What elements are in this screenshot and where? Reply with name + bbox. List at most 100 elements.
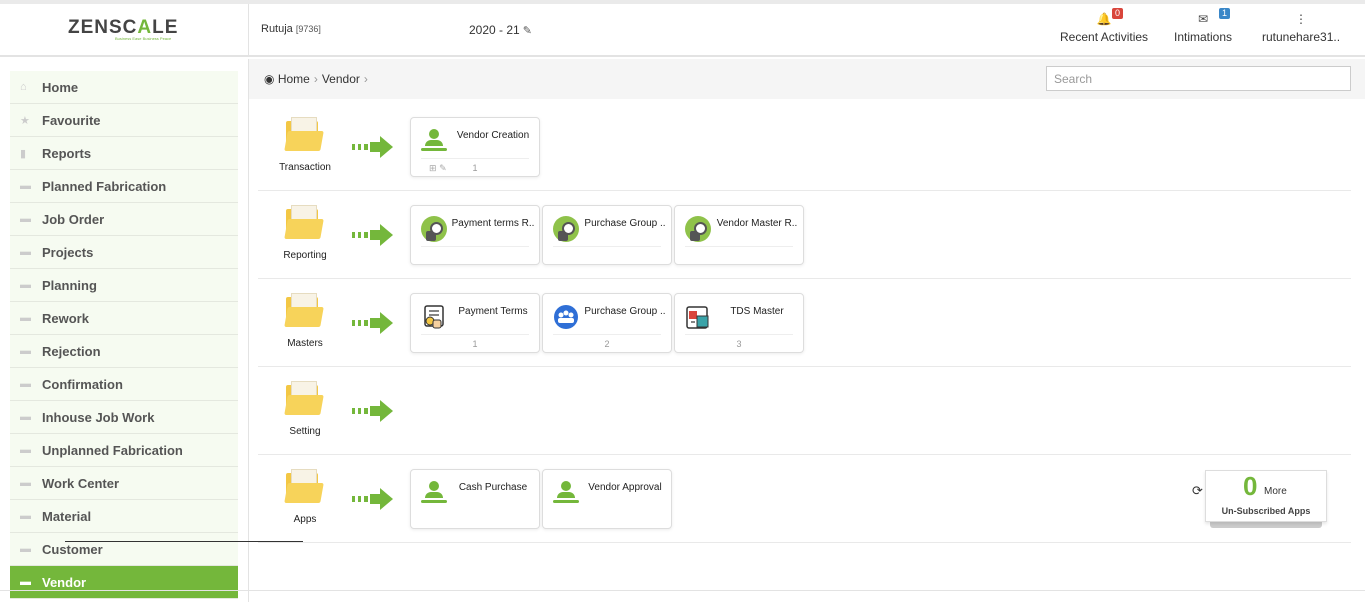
section-transaction: Transaction Vendor Creation ⊞ ✎ 1 xyxy=(258,103,1351,191)
card-divider xyxy=(421,158,529,159)
folder-icon[interactable] xyxy=(284,117,324,151)
arrow-right-icon xyxy=(352,397,400,425)
card-title: Vendor Master R.. xyxy=(716,218,798,229)
sidebar-item-label: Rework xyxy=(42,310,89,326)
sidebar-item-label: Favourite xyxy=(42,112,101,128)
folder-icon[interactable] xyxy=(284,205,324,239)
card-title: Purchase Group .. xyxy=(584,306,666,317)
breadcrumb: ◉ Home › Vendor › xyxy=(264,72,372,86)
folder-icon: ▬ xyxy=(20,312,31,324)
breadcrumb-separator: › xyxy=(313,72,318,86)
app-card-payment-terms-report[interactable]: Payment terms R.. xyxy=(410,205,540,265)
sidebar-item-home[interactable]: ⌂ Home xyxy=(10,71,238,104)
account-label: rutunehare31.. xyxy=(1262,30,1341,44)
app-card-vendor-approval[interactable]: Vendor Approval xyxy=(542,469,672,529)
app-card-payment-terms[interactable]: Payment Terms 1 xyxy=(410,293,540,353)
card-title: Cash Purchase xyxy=(458,482,528,493)
folder-icon[interactable] xyxy=(284,469,324,503)
user-info: Rutuja [9736] xyxy=(261,23,321,35)
sidebar-item-rejection[interactable]: ▬ Rejection xyxy=(10,335,238,368)
logo-text-part-1: ZENSC xyxy=(68,17,138,38)
sidebar-item-label: Confirmation xyxy=(42,376,123,392)
file-icon: ▮ xyxy=(20,147,27,160)
card-divider xyxy=(685,246,793,247)
sidebar-item-inhouse-job-work[interactable]: ▬ Inhouse Job Work xyxy=(10,401,238,434)
card-title: Payment terms R.. xyxy=(451,218,535,229)
folder-icon: ▬ xyxy=(20,543,31,555)
app-card-cash-purchase[interactable]: Cash Purchase xyxy=(410,469,540,529)
arrow-right-icon xyxy=(352,133,400,161)
section-label: Masters xyxy=(287,338,323,349)
sidebar-menu: ⌂ Home ★ Favourite ▮ Reports ▬ Planned Fabri… xyxy=(10,71,238,599)
card-divider xyxy=(553,334,661,335)
app-card-vendor-creation[interactable]: Vendor Creation ⊞ ✎ 1 xyxy=(410,117,540,177)
card-count: 2 xyxy=(604,339,610,349)
group-icon xyxy=(554,305,578,329)
logo-text-part-3: LE xyxy=(152,17,179,38)
search-input[interactable] xyxy=(1046,66,1351,91)
account-menu-button[interactable]: ⋮ rutunehare31.. xyxy=(1262,12,1340,44)
sidebar-item-favourite[interactable]: ★ Favourite xyxy=(10,104,238,137)
folder-icon: ▬ xyxy=(20,246,31,258)
sidebar-item-job-order[interactable]: ▬ Job Order xyxy=(10,203,238,236)
edit-icon[interactable]: ✎ xyxy=(523,25,532,37)
folder-icon[interactable] xyxy=(284,381,324,415)
card-divider xyxy=(553,246,661,247)
financial-year-value: 2020 - 21 xyxy=(469,23,520,37)
intimations-button[interactable]: ✉ 1 Intimations xyxy=(1174,8,1232,44)
breadcrumb-vendor[interactable]: Vendor xyxy=(322,72,360,86)
sidebar-item-planned-fabrication[interactable]: ▬ Planned Fabrication xyxy=(10,170,238,203)
sidebar-item-label: Unplanned Fabrication xyxy=(42,442,183,458)
card-count: 3 xyxy=(736,339,742,349)
section-label: Reporting xyxy=(283,250,327,261)
card-count: 1 xyxy=(472,339,478,349)
sidebar-item-work-center[interactable]: ▬ Work Center xyxy=(10,467,238,500)
folder-icon: ▬ xyxy=(20,345,31,357)
folder-icon[interactable] xyxy=(284,293,324,327)
folder-icon: ▬ xyxy=(20,180,31,192)
user-name: Rutuja xyxy=(261,23,293,35)
sidebar-item-label: Customer xyxy=(42,541,103,557)
person-icon xyxy=(421,480,447,506)
sidebar-item-customer[interactable]: ▬ Customer xyxy=(10,533,238,566)
sidebar-item-rework[interactable]: ▬ Rework xyxy=(10,302,238,335)
sidebar-item-unplanned-fabrication[interactable]: ▬ Unplanned Fabrication xyxy=(10,434,238,467)
kebab-menu-icon: ⋮ xyxy=(1295,12,1308,26)
sidebar-item-material[interactable]: ▬ Material xyxy=(10,500,238,533)
sidebar-item-label: Work Center xyxy=(42,475,120,491)
app-card-purchase-group[interactable]: Purchase Group .. 2 xyxy=(542,293,672,353)
refresh-icon[interactable]: ⟳ xyxy=(1192,483,1203,499)
sidebar-item-planning[interactable]: ▬ Planning xyxy=(10,269,238,302)
more-box-shadow xyxy=(1210,522,1322,528)
folder-icon: ▬ xyxy=(20,279,31,291)
report-user-icon xyxy=(553,216,579,242)
card-divider xyxy=(421,334,529,335)
card-title: TDS Master xyxy=(730,306,784,317)
payment-document-icon xyxy=(424,305,444,329)
app-card-vendor-master-report[interactable]: Vendor Master R.. xyxy=(674,205,804,265)
person-icon xyxy=(553,480,579,506)
sidebar-item-projects[interactable]: ▬ Projects xyxy=(10,236,238,269)
sidebar-item-reports[interactable]: ▮ Reports xyxy=(10,137,238,170)
card-title: Vendor Creation xyxy=(456,130,530,141)
recent-activities-button[interactable]: 🔔 0 Recent Activities xyxy=(1060,8,1148,44)
unsubscribed-apps-box[interactable]: 0 More Un-Subscribed Apps xyxy=(1205,470,1327,522)
section-label: Apps xyxy=(293,514,317,525)
folder-icon: ▬ xyxy=(20,378,31,390)
unsubscribed-caption: Un-Subscribed Apps xyxy=(1221,506,1311,516)
breadcrumb-home[interactable]: Home xyxy=(278,72,310,86)
sidebar-item-vendor[interactable]: ▬ Vendor xyxy=(10,566,238,599)
logo-container[interactable]: ZENSCALE Business Ease Business Peace xyxy=(0,4,249,57)
folder-icon: ▬ xyxy=(20,444,31,456)
financial-year[interactable]: 2020 - 21 ✎ xyxy=(469,23,532,37)
app-card-tds-master[interactable]: TDS Master 3 xyxy=(674,293,804,353)
card-title: Payment Terms xyxy=(458,306,528,317)
app-header: ZENSCALE Business Ease Business Peace Ru… xyxy=(0,4,1365,57)
envelope-icon: ✉ 1 xyxy=(1174,8,1232,30)
arrow-right-icon xyxy=(352,221,400,249)
section-label: Setting xyxy=(289,426,321,437)
sidebar-item-label: Planned Fabrication xyxy=(42,178,167,194)
app-card-purchase-group-report[interactable]: Purchase Group .. xyxy=(542,205,672,265)
bell-icon: 🔔 0 xyxy=(1060,8,1148,30)
sidebar-item-confirmation[interactable]: ▬ Confirmation xyxy=(10,368,238,401)
